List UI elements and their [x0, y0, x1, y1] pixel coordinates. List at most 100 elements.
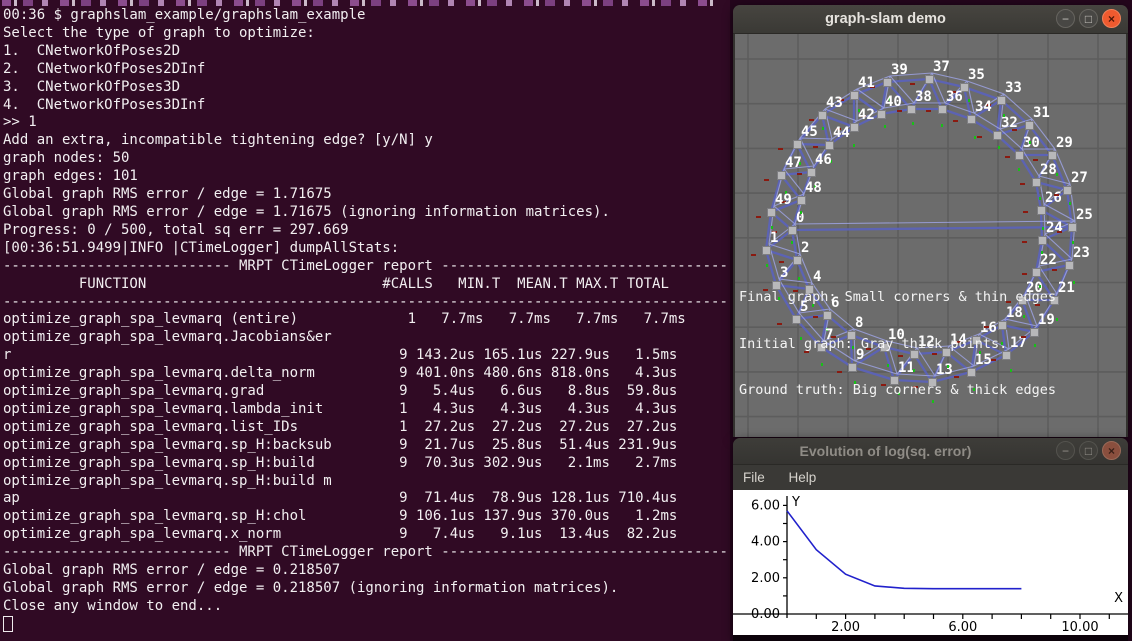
graph-node — [967, 115, 976, 124]
graph-node — [993, 131, 1002, 140]
y-tick-label: 2.00 — [751, 571, 780, 586]
graph-node-label: 29 — [1056, 136, 1073, 150]
legend-final-graph: Final graph: Small corners & thin edges — [739, 290, 1056, 305]
graph-node-label: 35 — [968, 68, 985, 82]
legend-initial-graph: Initial graph: Gray thick points. — [739, 337, 1056, 352]
ground-truth-point — [800, 211, 802, 214]
ground-truth-point — [822, 127, 824, 130]
ground-truth-point — [771, 226, 773, 229]
graph-node — [925, 75, 934, 84]
graph-node-label: 25 — [1076, 208, 1093, 222]
initial-graph-point — [897, 110, 902, 112]
legend-ground-truth: Ground truth: Big corners & thick edges — [739, 383, 1056, 398]
initial-graph-point — [1020, 183, 1025, 185]
y-axis-label: Y — [791, 495, 800, 510]
y-tick-label: 4.00 — [751, 535, 780, 550]
ground-truth-point — [968, 99, 970, 102]
initial-graph-point — [809, 119, 814, 121]
graph-node — [1068, 223, 1077, 232]
graph-node-label: 48 — [805, 181, 822, 195]
close-icon: × — [1108, 444, 1115, 458]
ground-truth-point — [1039, 197, 1041, 200]
menu-help[interactable]: Help — [779, 465, 827, 490]
graph-edge — [974, 113, 1000, 129]
graph-node-label: 2 — [801, 241, 809, 255]
ground-truth-point — [1069, 202, 1071, 205]
maximize-icon: □ — [1085, 444, 1092, 458]
error-chart-area[interactable]: 2.006.0010.006.004.002.000.00YX — [733, 490, 1128, 635]
terminal-clipped-top-line — [2, 0, 714, 6]
graph-node — [762, 246, 771, 255]
graph-node — [818, 111, 827, 120]
ground-truth-point — [791, 241, 793, 244]
minimize-button[interactable]: − — [1056, 9, 1075, 28]
graph-node — [767, 208, 776, 217]
terminal-cursor — [3, 616, 13, 632]
graph-node — [1037, 206, 1046, 215]
graph-node — [1048, 151, 1057, 160]
ground-truth-point — [1003, 114, 1005, 117]
error-window-title: Evolution of log(sq. error) — [733, 438, 1038, 464]
ground-truth-point — [1018, 168, 1020, 171]
graph-node-label: 31 — [1033, 106, 1050, 120]
error-chart: 2.006.0010.006.004.002.000.00YX — [733, 490, 1128, 635]
graph-node — [1032, 178, 1041, 187]
y-tick-label: 6.00 — [751, 498, 780, 513]
maximize-button[interactable]: □ — [1079, 441, 1098, 460]
graph-node-label: 27 — [1071, 171, 1088, 185]
graph-node-label: 49 — [775, 193, 792, 207]
ground-truth-point — [1029, 141, 1031, 144]
initial-graph-point — [953, 120, 958, 122]
ground-truth-point — [1041, 251, 1043, 254]
ground-truth-point — [1056, 173, 1058, 176]
ground-truth-point — [912, 122, 914, 125]
x-tick-label: 2.00 — [831, 620, 860, 635]
graph-edge — [795, 221, 1075, 224]
ground-truth-point — [1072, 241, 1074, 244]
ground-truth-point — [1042, 227, 1044, 230]
terminal-output: 00:36 $ graphslam_example/graphslam_exam… — [3, 7, 728, 636]
y-tick-label: 0.00 — [751, 607, 780, 622]
close-icon: × — [1108, 12, 1115, 26]
ground-truth-point — [941, 124, 943, 127]
initial-graph-point — [1054, 194, 1059, 196]
minimize-icon: − — [1062, 444, 1069, 458]
graph-node — [1038, 236, 1047, 245]
graph-node-label: 28 — [1040, 163, 1057, 177]
graph-node-label: 40 — [885, 95, 902, 109]
ground-truth-point — [1056, 318, 1058, 321]
graph-node-label: 42 — [858, 108, 875, 122]
graph-window-titlebar[interactable]: graph-slam demo −□× — [733, 5, 1128, 34]
menu-file[interactable]: File — [733, 465, 775, 490]
graph-node — [1025, 121, 1034, 130]
graph-node — [1015, 151, 1024, 160]
graph-node-label: 36 — [946, 90, 963, 104]
terminal-window[interactable]: 00:36 $ graphslam_example/graphslam_exam… — [0, 0, 730, 641]
initial-graph-point — [751, 254, 756, 256]
graph-edge — [792, 227, 1072, 230]
graph-node — [807, 168, 816, 177]
error-window-controls: − □ × — [1056, 441, 1121, 460]
graph-node-label: 39 — [891, 63, 908, 77]
graph-node-label: 23 — [1073, 246, 1090, 260]
initial-graph-point — [910, 83, 915, 85]
close-button[interactable]: × — [1102, 441, 1121, 460]
graph-node — [793, 140, 802, 149]
close-button[interactable]: × — [1102, 9, 1121, 28]
graph-node-label: 34 — [975, 100, 992, 114]
error-window-titlebar[interactable]: Evolution of log(sq. error) − □ × — [733, 438, 1128, 465]
graph-legend: Final graph: Small corners & thin edges … — [739, 260, 1056, 429]
graph-node-label: 30 — [1023, 136, 1040, 150]
graph-node-label: 46 — [815, 153, 832, 167]
initial-graph-point — [1005, 156, 1010, 158]
x-axis-label: X — [1114, 591, 1123, 606]
minimize-button[interactable]: − — [1056, 441, 1075, 460]
graph-3d-viewport[interactable]: 0123456789101112131415161718192021222324… — [735, 34, 1126, 437]
initial-graph-point — [977, 136, 982, 138]
maximize-button[interactable]: □ — [1079, 9, 1098, 28]
initial-graph-point — [1023, 211, 1028, 213]
error-window-footer — [733, 635, 1128, 641]
graph-edge — [857, 89, 884, 108]
ground-truth-point — [853, 144, 855, 147]
graph-node — [788, 226, 797, 235]
